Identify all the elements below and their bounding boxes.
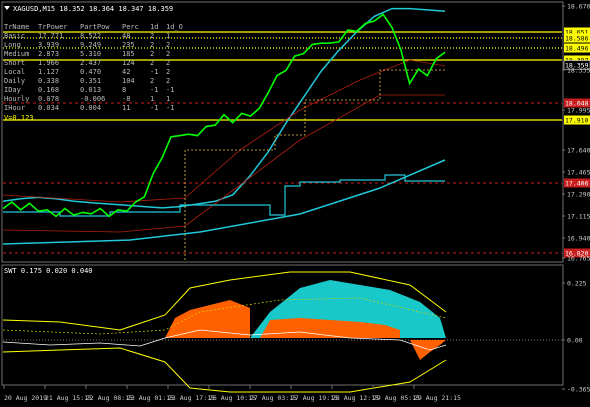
table-cell: 2.437: [80, 59, 101, 67]
price-tick-label: 16.765: [567, 255, 590, 263]
price-tick-label: 17.995: [567, 107, 590, 115]
table-cell: 1: [166, 32, 170, 40]
table-cell: 1.966: [38, 59, 59, 67]
table-cell: 2: [166, 59, 170, 67]
table-cell: 0.338: [38, 77, 59, 85]
chart-window: XAGUSD,M15 18.352 18.364 18.347 18.359 T…: [0, 0, 590, 407]
table-cell: 104: [122, 77, 135, 85]
table-cell: 0.168: [38, 86, 59, 94]
time-label: 20 Aug 2019: [4, 394, 47, 402]
table-cell: 48: [122, 32, 130, 40]
time-label: 23 Aug 01:15: [127, 394, 174, 402]
price-tick-label: 17.290: [567, 191, 590, 199]
indicator-tick-label: -0.365: [567, 386, 590, 394]
table-cell: Basic: [4, 32, 25, 40]
table-header: TrName: [4, 23, 29, 31]
table-header: 1d_O: [166, 23, 183, 31]
time-label: 23 Aug 17:15: [168, 394, 215, 402]
table-cell: 0.034: [38, 104, 59, 112]
price-label: 17.406: [565, 180, 589, 188]
table-cell: 2: [150, 50, 154, 58]
price-label: 18.586: [565, 35, 589, 43]
table-cell: 8.522: [80, 32, 101, 40]
indicator-tick-label: 0.225: [567, 280, 587, 288]
time-label: 29 Aug 05:15: [373, 394, 420, 402]
price-tick-label: 17.115: [567, 213, 590, 221]
table-cell: Daily: [4, 77, 25, 85]
table-header: PartPow: [80, 23, 110, 31]
price-label: 18.496: [565, 45, 589, 53]
symbol-title: XAGUSD,M15 18.352 18.364 18.347 18.359: [13, 5, 173, 13]
table-cell: -1: [150, 104, 158, 112]
table-header: 1d: [150, 23, 158, 31]
table-cell: Local: [4, 68, 25, 76]
table-cell: 2: [166, 68, 170, 76]
price-tick-label: 18.335: [567, 67, 590, 75]
table-cell: 2: [150, 41, 154, 49]
table-cell: 0.351: [80, 77, 101, 85]
table-cell: 1.127: [38, 68, 59, 76]
price-tick-label: 17.640: [567, 147, 590, 155]
table-cell: -0.006: [80, 95, 105, 103]
table-cell: 3.939: [38, 41, 59, 49]
table-cell: -1: [150, 68, 158, 76]
table-cell: Medium: [4, 50, 29, 58]
table-cell: Hourly: [4, 95, 29, 103]
table-cell: 2: [166, 50, 170, 58]
table-cell: -1: [166, 104, 174, 112]
time-label: 28 Aug 12:15: [332, 394, 379, 402]
table-cell: 124: [122, 59, 135, 67]
table-cell: 8: [122, 86, 126, 94]
table-cell: 235: [122, 41, 135, 49]
table-cell: 0.470: [80, 68, 101, 76]
indicator-title: SWT 0.175 0.020 0.040: [4, 267, 93, 275]
table-cell: Short: [4, 59, 25, 67]
table-cell: -1: [150, 86, 158, 94]
table-cell: -8: [122, 95, 130, 103]
price-label: 17.910: [565, 117, 589, 125]
table-cell: 2.873: [38, 50, 59, 58]
table-header: Perc: [122, 23, 139, 31]
table-cell: 0.004: [80, 104, 101, 112]
v-value: V=0.123: [4, 114, 34, 122]
table-header: TrPower: [38, 23, 68, 31]
table-cell: 185: [122, 50, 135, 58]
table-cell: 2: [166, 77, 170, 85]
price-tick-label: 16.940: [567, 235, 590, 243]
price-tick-label: 18.670: [567, 3, 590, 11]
table-cell: IDay: [4, 86, 21, 94]
time-label: 21 Aug 15:15: [45, 394, 92, 402]
table-cell: 0.078: [38, 95, 59, 103]
table-cell: 2: [150, 59, 154, 67]
table-cell: IHour: [4, 104, 25, 112]
time-label: 27 Aug 19:15: [291, 394, 338, 402]
table-cell: 17.771: [38, 32, 63, 40]
table-cell: 11: [122, 104, 130, 112]
table-cell: Long: [4, 41, 21, 49]
table-cell: 2: [166, 41, 170, 49]
table-cell: 0.013: [80, 86, 101, 94]
table-cell: 1: [150, 95, 154, 103]
time-label: 22 Aug 08:15: [86, 394, 133, 402]
table-cell: 2: [150, 77, 154, 85]
table-cell: 2: [150, 32, 154, 40]
time-label: 29 Aug 21:15: [414, 394, 461, 402]
time-label: 27 Aug 03:15: [250, 394, 297, 402]
table-cell: -1: [166, 86, 174, 94]
time-label: 26 Aug 10:15: [209, 394, 256, 402]
price-tick-label: 17.465: [567, 169, 590, 177]
table-cell: 1: [166, 95, 170, 103]
table-cell: 42: [122, 68, 130, 76]
indicator-tick-label: 0.00: [567, 337, 583, 345]
table-cell: 9.249: [80, 41, 101, 49]
table-cell: 5.310: [80, 50, 101, 58]
